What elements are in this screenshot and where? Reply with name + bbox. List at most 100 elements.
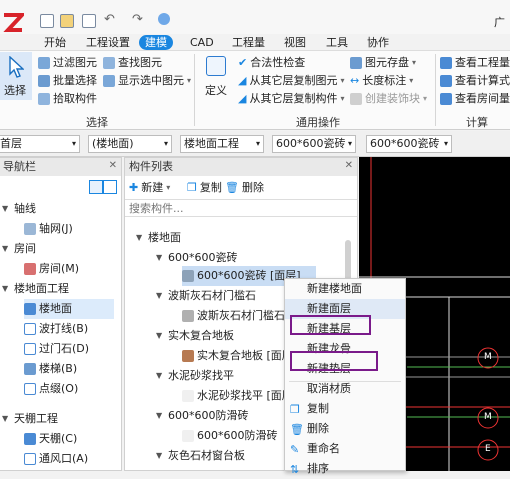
nav-item-threshold[interactable]: 过门石(D) [24,339,89,359]
component-type[interactable]: ▼ 600*600防滑砖 [156,406,249,426]
nav-item-vent[interactable]: 通风口(A) [24,449,88,469]
save-elements-label: 图元存盘 [365,56,409,69]
component-label: 灰色石材窗台板 [168,449,245,462]
pick-component-button[interactable]: 拾取构件 [38,90,97,107]
create-decoration-block-button[interactable]: 创建装饰块 ▾ [350,90,427,107]
nav-item-label: 点缀(O) [39,382,79,395]
component-type[interactable]: ▼ 波斯灰石材门槛石 [156,286,256,306]
list-view-icon[interactable] [89,180,103,194]
sort-icon: ⇅ [290,463,300,476]
new-label: 新建 [141,181,164,194]
sync-icon[interactable] [158,13,170,25]
nav-panel-title: 导航栏 [0,158,121,176]
save-elements-icon [350,56,362,69]
copy-component-button[interactable]: ❐ 复制 [187,179,222,196]
nav-item-stairs[interactable]: 楼梯(B) [24,359,77,379]
nav-item-floor[interactable]: 楼地面 [24,299,114,319]
threshold-icon [24,343,36,355]
validity-check-button[interactable]: ✔ 合法性检查 [238,54,305,71]
component-type[interactable]: ▼ 灰色石材窗台板 [156,446,245,466]
material-swatch-icon [182,310,194,322]
nav-item-floor-works[interactable]: ▼ 楼地面工程 [2,279,69,299]
component-label: 600*600防滑砖 [197,429,278,442]
tab-view[interactable]: 视图 [278,35,312,50]
component-select[interactable]: 600*600瓷砖 ▾ [272,135,356,153]
nav-item-room[interactable]: 房间(M) [24,259,79,279]
tab-start[interactable]: 开始 [38,35,72,50]
highlight-box [290,315,371,335]
tab-quantity[interactable]: 工程量 [226,35,271,50]
detail-view-icon[interactable] [103,180,117,194]
axis-label: E [485,444,491,454]
copy-elements-from-layer-button[interactable]: ◢ 从其它层复制图元 ▾ [238,72,344,89]
nav-item-label: 楼地面 [39,302,72,315]
length-dimension-button[interactable]: ↔ 长度标注 ▾ [350,72,413,89]
component-item[interactable]: 水泥砂浆找平 [面层] [182,386,297,406]
nav-item-dots[interactable]: 点缀(O) [24,379,78,399]
nav-item-ceiling-works[interactable]: ▼ 天棚工程 [2,409,58,429]
view-room-quantity-label: 查看房间量 [455,92,510,105]
group-label-calc: 计算 [466,116,488,129]
floor-select[interactable]: 首层 ▾ [0,135,80,153]
select-tool-label: 选择 [4,84,26,97]
copy-icon: ❐ [290,403,300,416]
save-elements-button[interactable]: 图元存盘 ▾ [350,54,416,71]
quantity-icon [440,56,452,69]
nav-item-room-group[interactable]: ▼ 房间 [2,239,36,259]
check-icon: ✔ [238,56,248,69]
material-swatch-icon [182,350,194,362]
batch-select-button[interactable]: 批量选择 [38,72,97,89]
type-select-value: 楼地面工程 [184,137,239,150]
component-type[interactable]: ▼ 水泥砂浆找平 [156,366,234,386]
select-tool-button[interactable]: 选择 [0,52,32,100]
new-file-icon[interactable] [40,14,54,28]
redo-icon[interactable]: ↷ [132,12,143,27]
filter-elements-label: 过滤图元 [53,56,97,69]
find-elements-button[interactable]: 查找图元 [103,54,162,71]
menu-new-floor[interactable]: 新建楼地面 [285,279,405,299]
menu-rename[interactable]: 重命名 [285,439,405,459]
tab-tools[interactable]: 工具 [320,35,354,50]
nav-item-ceiling[interactable]: 天棚(C) [24,429,77,449]
nav-item-axis[interactable]: ▼ 轴线 [2,199,36,219]
nav-item-grid[interactable]: 轴网(J) [24,219,73,239]
delete-component-button[interactable]: 🗑 删除 [225,179,264,196]
copy-components-from-layer-button[interactable]: ◢ 从其它层复制构件 ▾ [238,90,344,107]
copy-label: 复制 [199,181,222,194]
component-label: 600*600防滑砖 [168,409,249,422]
tab-collaborate[interactable]: 协作 [361,35,395,50]
save-icon[interactable] [82,14,96,28]
close-icon[interactable]: ✕ [345,160,353,171]
define-button[interactable]: 定义 [202,54,230,98]
tab-cad[interactable]: CAD [184,35,220,50]
type-select[interactable]: 楼地面工程 ▾ [180,135,264,153]
view-quantity-button[interactable]: 查看工程量 [440,54,510,71]
menu-cancel-material[interactable]: 取消材质 [285,379,405,399]
material-select[interactable]: 600*600瓷砖 ▾ [366,135,452,153]
axis-label: M [484,352,492,362]
undo-icon[interactable]: ↶ [104,12,115,27]
open-file-icon[interactable] [60,14,74,28]
component-item[interactable]: 实木复合地板 [面层] [182,346,297,366]
category-select[interactable]: (楼地面) ▾ [88,135,172,153]
show-selected-button[interactable]: 显示选中图元 ▾ [103,72,191,89]
component-type[interactable]: ▼ 600*600瓷砖 [156,248,238,268]
menu-copy[interactable]: 复制 [285,399,405,419]
copy-component-icon: ◢ [238,92,247,105]
component-item[interactable]: 600*600防滑砖 [182,426,278,446]
new-component-button[interactable]: ✚ 新建 ▾ [129,179,170,196]
close-icon[interactable]: ✕ [109,160,117,171]
tab-project-settings[interactable]: 工程设置 [80,35,136,50]
filter-elements-button[interactable]: 过滤图元 [38,54,97,71]
view-room-quantity-button[interactable]: 查看房间量 [440,90,510,107]
menu-sort[interactable]: 排序 [285,459,405,479]
nav-item-wave-line[interactable]: 波打线(B) [24,319,88,339]
tab-modeling[interactable]: 建模 [139,35,173,50]
component-type[interactable]: ▼ 实木复合地板 [156,326,234,346]
ribbon-separator [194,54,195,126]
component-group[interactable]: ▼ 楼地面 [136,228,181,248]
component-item[interactable]: 波斯灰石材门槛石 [182,306,285,326]
view-formula-button[interactable]: 查看计算式 [440,72,510,89]
component-search-input[interactable] [125,199,357,217]
new-icon: ✚ [129,181,139,194]
